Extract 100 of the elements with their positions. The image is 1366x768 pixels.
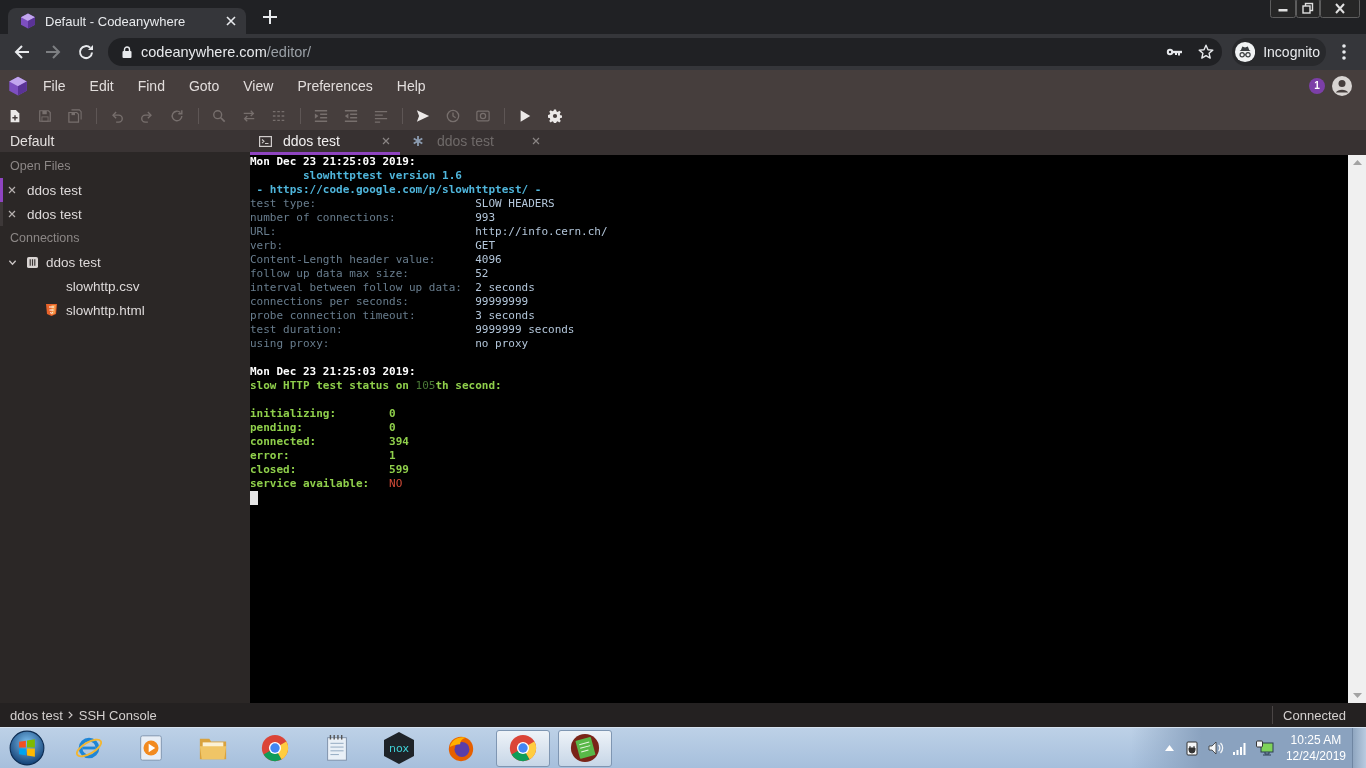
status-heading: slow HTTP test status on 105th second:	[250, 379, 502, 393]
lock-icon	[122, 46, 132, 58]
setting-value: SLOW HEADERS	[475, 197, 555, 211]
asterisk-icon	[413, 136, 423, 146]
back-arrow-icon[interactable]	[14, 44, 30, 60]
menu-item[interactable]: Preferences	[285, 70, 385, 102]
play-icon[interactable]	[518, 109, 532, 123]
setting-label: number of connections:	[250, 211, 396, 225]
timestamp-line: Mon Dec 23 21:25:03 2019:	[250, 155, 416, 169]
speaker-icon[interactable]	[1207, 740, 1224, 756]
setting-value: no proxy	[475, 337, 529, 351]
signal-bars-icon[interactable]	[1231, 740, 1248, 756]
setting-value: http://info.cern.ch/	[475, 225, 608, 239]
section-title: Connections	[9, 230, 81, 247]
minimize-icon[interactable]	[1270, 0, 1296, 18]
counter-value: 1	[389, 449, 396, 463]
counter-value: 394	[389, 435, 409, 449]
window-close-icon[interactable]	[1320, 0, 1360, 18]
taskbar-button[interactable]	[558, 729, 612, 767]
counter-value: NO	[389, 477, 403, 491]
tree-item[interactable]: slowhttp.csv	[0, 274, 250, 298]
close-icon[interactable]	[8, 210, 16, 218]
setting-label: test type:	[250, 197, 317, 211]
counter-label: closed:	[250, 463, 297, 477]
notebook-icon	[570, 733, 600, 763]
connection-status: Connected	[1282, 707, 1347, 723]
chevron-right-icon	[67, 711, 73, 719]
show-desktop-button[interactable]	[1352, 728, 1366, 768]
counter-value: 0	[389, 421, 396, 435]
section-title: Open Files	[9, 158, 72, 175]
counter-value: 599	[389, 463, 409, 477]
scroll-down-icon[interactable]	[1352, 693, 1362, 698]
file-plus-icon[interactable]	[8, 109, 22, 123]
counter-label: service available:	[250, 477, 370, 491]
kebab-menu-icon[interactable]	[1342, 44, 1346, 60]
timestamp-line: Mon Dec 23 21:25:03 2019:	[250, 365, 416, 379]
user-icon[interactable]	[1332, 76, 1352, 96]
menu-item[interactable]: Edit	[77, 70, 126, 102]
address-bar[interactable]: codeanywhere.com/editor/	[108, 38, 1222, 66]
version-line: slowhttptest version 1.6	[302, 169, 462, 183]
segmented-circle-icon	[260, 733, 290, 763]
setting-label: Content-Length header value:	[250, 253, 436, 267]
tree-item[interactable]: ddos test	[0, 250, 250, 274]
up-arrow-icon[interactable]	[1164, 745, 1174, 751]
tree-item[interactable]: slowhttp.html	[0, 298, 250, 322]
counter-value: 0	[389, 407, 396, 421]
setting-label: using proxy:	[250, 337, 330, 351]
setting-label: test duration:	[250, 323, 343, 337]
setting-label: interval between follow up data:	[250, 281, 462, 295]
paper-plane-icon[interactable]	[416, 109, 430, 123]
close-icon[interactable]	[8, 186, 16, 194]
menu-item[interactable]: File	[31, 70, 78, 102]
taskbar-button[interactable]	[496, 729, 550, 767]
setting-label: follow up data max size:	[250, 267, 409, 281]
setting-label: connections per seconds:	[250, 295, 409, 309]
breadcrumb-item[interactable]: ddos test	[10, 707, 63, 723]
setting-value: 4096	[475, 253, 502, 267]
breadcrumb-item[interactable]: SSH Console	[78, 707, 157, 723]
terminal-icon	[259, 135, 272, 147]
setting-value: 52	[475, 267, 489, 281]
setting-value: 2 seconds	[475, 281, 535, 295]
setting-label: verb:	[250, 239, 284, 253]
block-cursor-icon	[250, 491, 258, 505]
reload-icon[interactable]	[78, 44, 94, 60]
browser-tab[interactable]: Default - Codeanywhere	[8, 8, 246, 34]
settings-icon[interactable]	[548, 109, 562, 123]
plus-icon[interactable]	[263, 10, 277, 24]
scrollbar[interactable]	[1348, 155, 1366, 703]
url-line: - https://code.google.com/p/slowhttptest/ -	[256, 183, 542, 197]
incognito-button[interactable]: Incognito	[1232, 38, 1326, 66]
plug-icon[interactable]	[1183, 740, 1200, 756]
setting-value: 99999999	[475, 295, 529, 309]
cube-logo-icon	[8, 76, 28, 96]
counter-label: pending:	[250, 421, 303, 435]
setting-label: URL:	[250, 225, 277, 239]
setting-label: probe connection timeout:	[250, 309, 416, 323]
menu-item[interactable]: Find	[125, 70, 177, 102]
scroll-up-icon[interactable]	[1352, 160, 1362, 165]
sidebar-header: Default	[0, 130, 250, 152]
counter-label: initializing:	[250, 407, 337, 421]
segmented-circle-icon	[508, 733, 538, 763]
shield-icon	[46, 304, 57, 316]
setting-value: 9999999 seconds	[475, 323, 575, 337]
network-monitor-icon[interactable]	[1255, 740, 1274, 756]
taskbar-button[interactable]: nox	[372, 729, 426, 767]
menu-item[interactable]: Goto	[176, 70, 232, 102]
star-icon[interactable]	[1198, 44, 1214, 60]
start-orb-icon[interactable]	[9, 730, 45, 766]
hexagon-logo: nox	[384, 732, 414, 764]
notification-badge[interactable]: 1	[1309, 78, 1325, 94]
menu-item[interactable]: Help	[384, 70, 438, 102]
cube-logo-icon	[20, 13, 36, 29]
bars-box-icon	[27, 256, 38, 268]
counter-label: error:	[250, 449, 290, 463]
setting-value: 3 seconds	[475, 309, 535, 323]
counter-label: connected:	[250, 435, 317, 449]
key-icon[interactable]	[1166, 48, 1182, 56]
menu-item[interactable]: View	[231, 70, 286, 102]
restore-icon[interactable]	[1296, 0, 1320, 18]
url-text: codeanywhere.com/editor/	[141, 44, 312, 60]
